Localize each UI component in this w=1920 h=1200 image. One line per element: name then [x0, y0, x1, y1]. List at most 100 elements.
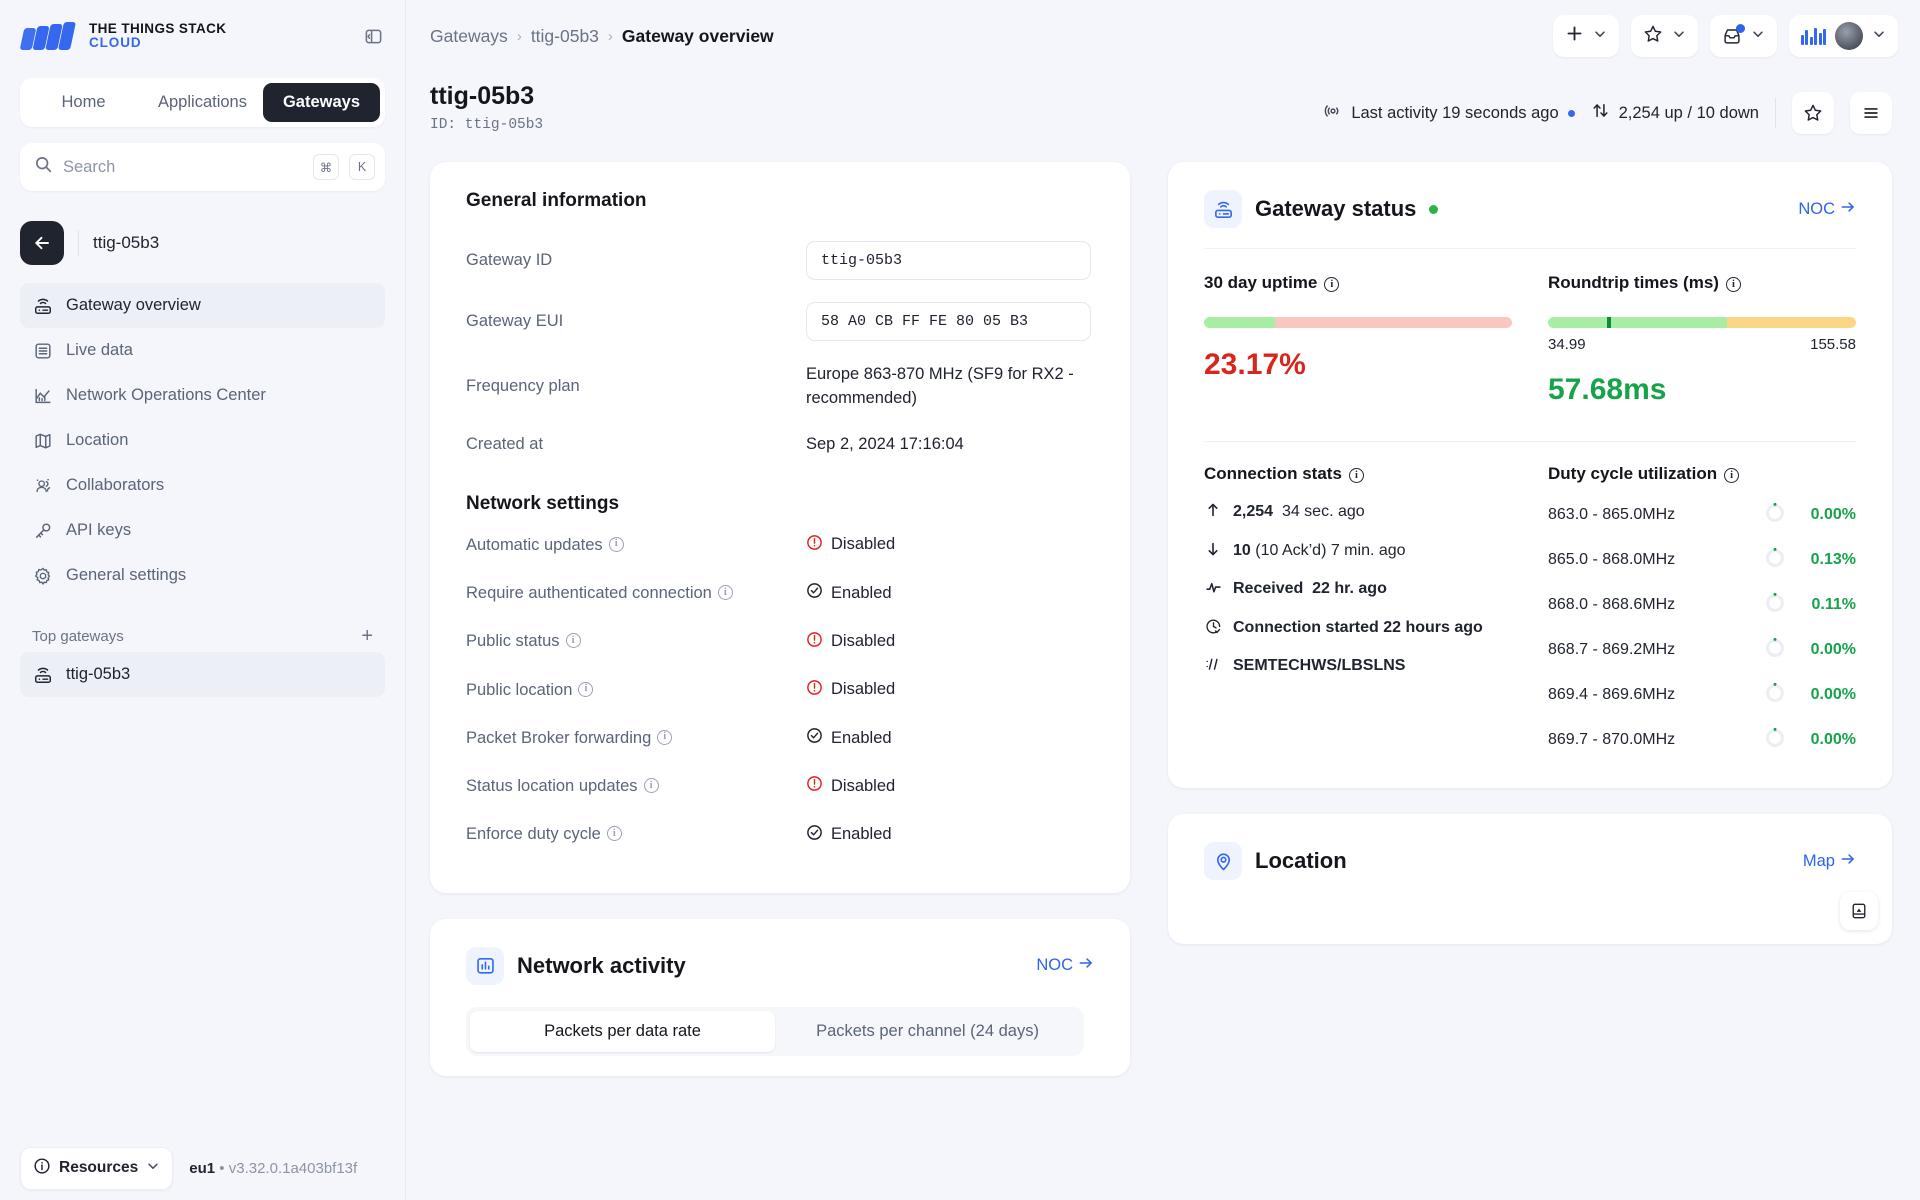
activity-signal-icon [1324, 102, 1342, 125]
profile-button[interactable] [1788, 15, 1898, 57]
duty-percent: 0.11% [1811, 595, 1856, 613]
value-public-location: Disabled [806, 666, 1094, 714]
duty-percent: 0.00% [1810, 685, 1856, 703]
received-label: Received [1233, 580, 1304, 598]
network-activity-noc-link[interactable]: NOC [1036, 955, 1094, 976]
info-icon[interactable]: i [608, 536, 624, 552]
segment-home[interactable]: Home [25, 83, 142, 122]
page-title: ttig-05b3 [430, 82, 535, 110]
uptime-value: 23.17% [1204, 348, 1306, 381]
sidebar-footer: Resources eu1 • v3.32.0.1a403bf13f [0, 1136, 406, 1200]
duty-gauge-icon [1763, 680, 1787, 709]
sidebar-item-live-data[interactable]: Live data [20, 328, 385, 373]
duty-band: 868.0 - 868.6MHz [1548, 595, 1676, 613]
connection-stat-started: Connection started 22 hours ago [1204, 617, 1512, 639]
duty-row: 869.4 - 869.6MHz 0.00% [1548, 680, 1856, 709]
general-information-card: General information Gateway ID ttig-05b3… [430, 162, 1130, 893]
disabled-icon [806, 679, 823, 701]
text-enforce-duty-cycle: Enforce duty cycle [466, 825, 601, 844]
location-map-link[interactable]: Map [1803, 851, 1856, 872]
info-icon[interactable]: i [657, 729, 673, 745]
uptime-label-row: 30 day uptime i [1204, 273, 1512, 293]
tab-packets-per-data-rate[interactable]: Packets per data rate [470, 1010, 775, 1052]
info-icon[interactable]: i [578, 681, 594, 697]
duty-row: 863.0 - 865.0MHz 0.00% [1548, 500, 1856, 529]
duty-percent: 0.13% [1810, 550, 1856, 568]
duty-gauge-icon [1763, 635, 1787, 664]
panel-toggle-button[interactable] [1840, 892, 1878, 930]
resources-label: Resources [59, 1159, 139, 1176]
label-packet-broker-forwarding: Packet Broker forwarding i [466, 714, 766, 762]
value-packet-broker-forwarding: Enabled [806, 714, 1094, 762]
disabled-icon [806, 534, 823, 556]
gateway-eui-field[interactable]: 58 A0 CB FF FE 80 05 B3 [806, 302, 1091, 341]
info-icon[interactable]: i [565, 633, 581, 649]
breadcrumb-ttig-05b3[interactable]: ttig-05b3 [531, 26, 599, 47]
resources-button[interactable]: Resources [20, 1146, 174, 1190]
uptime-bar [1204, 317, 1512, 328]
things-industries-logo-icon [1800, 27, 1826, 45]
connection-started-text: Connection started 22 hours ago [1233, 617, 1483, 639]
notifications-button[interactable] [1709, 15, 1777, 57]
cluster-name: eu1 [189, 1159, 216, 1177]
duty-row: 865.0 - 868.0MHz 0.13% [1548, 545, 1856, 574]
bookmark-page-button[interactable] [1792, 92, 1834, 134]
sidebar-item-general-settings[interactable]: General settings [20, 553, 385, 598]
page-menu-button[interactable] [1850, 92, 1892, 134]
gateway-id-field[interactable]: ttig-05b3 [806, 241, 1091, 280]
arrow-right-icon [1840, 199, 1856, 220]
segment-gateways[interactable]: Gateways [263, 83, 380, 122]
duty-percent: 0.00% [1810, 640, 1856, 658]
duty-percent: 0.00% [1810, 730, 1856, 748]
workspace-segment-control: Home Applications Gateways [20, 78, 385, 127]
downlink-detail: (10 Ack’d) 7 min. ago [1255, 541, 1406, 559]
enabled-icon [806, 824, 823, 846]
version-separator: • [219, 1159, 225, 1177]
connection-stats-block: Connection stats i 2,254 34 sec. ago 10 … [1204, 464, 1512, 754]
sidebar-item-collaborators[interactable]: Collaborators [20, 463, 385, 508]
back-button[interactable] [20, 221, 64, 265]
collapse-sidebar-icon[interactable] [361, 24, 385, 48]
connection-stat-uplink: 2,254 34 sec. ago [1204, 501, 1512, 523]
segment-applications[interactable]: Applications [144, 83, 261, 122]
network-settings-rows: Automatic updates i Disabled Require aut… [466, 521, 1094, 859]
pulse-icon [1204, 578, 1222, 596]
sidebar: THE THINGS STACK CLOUD Home Applications… [0, 0, 406, 1200]
top-gateway-item-ttig-05b3[interactable]: ttig-05b3 [20, 652, 385, 697]
content-grid: General information Gateway ID ttig-05b3… [406, 148, 1920, 1200]
info-icon[interactable]: i [1324, 276, 1340, 292]
page-gateway-id: ID: ttig-05b3 [430, 116, 544, 133]
breadcrumb-current: Gateway overview [621, 25, 774, 46]
add-button[interactable] [1552, 15, 1619, 57]
text-require-authenticated-connection: Require authenticated connection [466, 584, 712, 603]
uptime-label: 30 day uptime [1204, 273, 1318, 292]
value-automatic-updates: Disabled [806, 521, 1094, 569]
enabled-icon [806, 582, 823, 604]
info-icon[interactable]: i [1725, 276, 1741, 292]
header-divider [1775, 98, 1776, 128]
breadcrumb-separator-icon: › [607, 27, 613, 45]
sidebar-item-location[interactable]: Location [20, 418, 385, 463]
page-header-left: ttig-05b3 ID: ttig-05b3 [430, 82, 543, 133]
search-box[interactable]: ⌘ K [20, 143, 385, 191]
search-input[interactable] [63, 157, 303, 177]
gateway-status-noc-link[interactable]: NOC [1798, 199, 1856, 220]
sidebar-item-api-keys[interactable]: API keys [20, 508, 385, 553]
add-gateway-icon[interactable]: + [361, 626, 373, 646]
connection-stat-received: Received 22 hr. ago [1204, 578, 1512, 600]
label-enforce-duty-cycle: Enforce duty cycle i [466, 810, 766, 858]
context-divider [78, 230, 79, 256]
breadcrumb-gateways[interactable]: Gateways [430, 26, 508, 47]
info-icon[interactable]: i [1724, 467, 1740, 483]
info-icon[interactable]: i [643, 778, 659, 794]
info-icon[interactable]: i [717, 585, 733, 601]
page-header: ttig-05b3 ID: ttig-05b3 Last activity 19… [406, 72, 1920, 148]
tab-packets-per-channel[interactable]: Packets per channel (24 days) [775, 1011, 1080, 1052]
bookmarks-button[interactable] [1630, 15, 1698, 57]
info-icon[interactable]: i [606, 826, 622, 842]
sidebar-item-gateway-overview[interactable]: Gateway overview [20, 283, 385, 328]
sidebar-item-network-operations-center[interactable]: Network Operations Center [20, 373, 385, 418]
label-public-location: Public location i [466, 666, 766, 714]
info-icon[interactable]: i [1348, 467, 1364, 483]
location-title: Location [1255, 848, 1347, 873]
